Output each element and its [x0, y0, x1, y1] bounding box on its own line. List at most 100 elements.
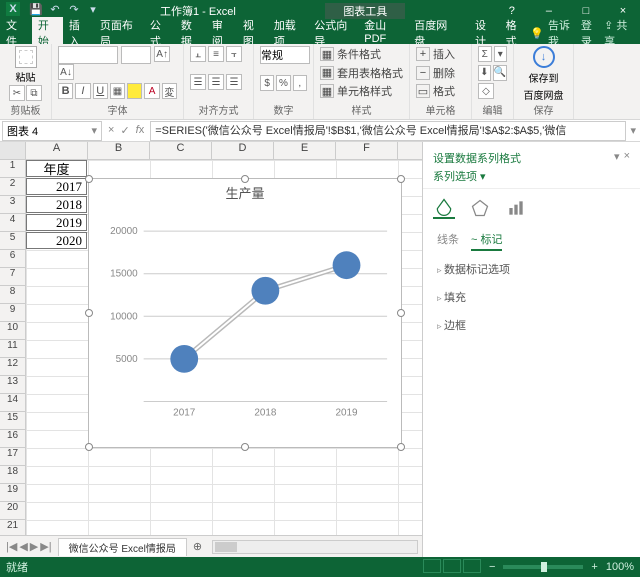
- cell-a1[interactable]: 年度: [26, 160, 87, 177]
- fill-line-tab-icon[interactable]: [433, 197, 455, 219]
- qat-dropdown-icon[interactable]: ▾: [86, 2, 100, 16]
- ribbon-help-icon[interactable]: ?: [495, 5, 529, 17]
- effects-tab-icon[interactable]: [469, 197, 491, 219]
- row-head-18[interactable]: 18: [0, 466, 25, 484]
- format-cells-button[interactable]: ▭格式: [416, 83, 465, 99]
- pane-option-marker[interactable]: 数据标记选项: [423, 255, 640, 283]
- chart-handle-sw[interactable]: [85, 443, 93, 451]
- select-all-corner[interactable]: [0, 142, 26, 159]
- col-head-C[interactable]: C: [150, 142, 212, 159]
- sheet-nav-prev-icon[interactable]: ◀: [19, 540, 27, 553]
- row-head-2[interactable]: 2: [0, 178, 25, 196]
- currency-icon[interactable]: $: [260, 75, 274, 91]
- paste-icon[interactable]: [15, 46, 37, 68]
- fill-icon[interactable]: ⬇: [478, 65, 491, 81]
- row-head-21[interactable]: 21: [0, 520, 25, 535]
- series-options-tab-icon[interactable]: [505, 197, 527, 219]
- row-head-10[interactable]: 10: [0, 322, 25, 340]
- row-head-8[interactable]: 8: [0, 286, 25, 304]
- chart-handle-w[interactable]: [85, 309, 93, 317]
- row-head-13[interactable]: 13: [0, 376, 25, 394]
- sheet-tab[interactable]: 微信公众号 Excel情报局: [58, 538, 187, 556]
- row-head-16[interactable]: 16: [0, 430, 25, 448]
- undo-icon[interactable]: ↶: [48, 2, 62, 16]
- save-icon[interactable]: 💾: [29, 2, 43, 16]
- cell-a2[interactable]: 2017: [26, 178, 87, 195]
- row-head-20[interactable]: 20: [0, 502, 25, 520]
- align-left-icon[interactable]: ☰: [190, 74, 206, 90]
- font-color-button[interactable]: A: [144, 83, 159, 99]
- clear-icon[interactable]: ◇: [478, 83, 494, 99]
- row-head-17[interactable]: 17: [0, 448, 25, 466]
- pane-close-icon[interactable]: ×: [624, 150, 630, 166]
- chart-handle-n[interactable]: [241, 175, 249, 183]
- col-head-F[interactable]: F: [336, 142, 398, 159]
- row-head-14[interactable]: 14: [0, 394, 25, 412]
- row-head-3[interactable]: 3: [0, 196, 25, 214]
- copy-icon[interactable]: ⧉: [26, 85, 42, 101]
- table-format-button[interactable]: ▦套用表格格式: [320, 65, 403, 81]
- row-head-19[interactable]: 19: [0, 484, 25, 502]
- align-center-icon[interactable]: ☰: [208, 74, 224, 90]
- chart-object[interactable]: 生产量 5000100001500020000201720182019: [88, 178, 402, 448]
- zoom-in-icon[interactable]: +: [591, 561, 597, 573]
- col-head-A[interactable]: A: [26, 142, 88, 159]
- align-right-icon[interactable]: ☰: [226, 74, 242, 90]
- sheet-nav-last-icon[interactable]: ▶|: [40, 540, 51, 553]
- insert-cells-button[interactable]: +插入: [416, 46, 465, 62]
- formula-bar[interactable]: =SERIES('微信公众号 Excel情报局'!$B$1,'微信公众号 Exc…: [150, 121, 626, 141]
- shrink-font-icon[interactable]: A↓: [58, 64, 74, 80]
- border-button[interactable]: ▦: [110, 83, 125, 99]
- row-head-6[interactable]: 6: [0, 250, 25, 268]
- paste-button[interactable]: 粘贴: [16, 69, 36, 84]
- sheet-nav-next-icon[interactable]: ▶: [30, 540, 38, 553]
- chart-handle-ne[interactable]: [397, 175, 405, 183]
- chart-plot[interactable]: 5000100001500020000201720182019: [89, 202, 401, 432]
- col-head-E[interactable]: E: [274, 142, 336, 159]
- pane-dropdown-icon[interactable]: ▾: [614, 150, 620, 166]
- row-head-15[interactable]: 15: [0, 412, 25, 430]
- delete-cells-button[interactable]: −删除: [416, 65, 465, 81]
- namebox-dropdown-icon[interactable]: ▾: [91, 124, 97, 137]
- sort-icon[interactable]: ▾: [494, 46, 508, 62]
- chart-handle-se[interactable]: [397, 443, 405, 451]
- cell-grid[interactable]: 年度 2017 2018 2019 2020 生产量 5000100001: [26, 160, 422, 535]
- new-sheet-button[interactable]: ⊕: [187, 540, 208, 553]
- sub-tab-line[interactable]: 线条: [437, 231, 459, 251]
- minimize-button[interactable]: –: [532, 5, 566, 17]
- italic-button[interactable]: I: [75, 83, 90, 99]
- fill-color-button[interactable]: [127, 83, 142, 99]
- row-head-7[interactable]: 7: [0, 268, 25, 286]
- view-buttons[interactable]: [421, 559, 481, 576]
- align-mid-icon[interactable]: ≡: [208, 46, 224, 62]
- phonetic-button[interactable]: 変: [162, 83, 177, 99]
- align-top-icon[interactable]: ⫠: [190, 46, 206, 62]
- font-size-select[interactable]: [121, 46, 151, 64]
- cell-a4[interactable]: 2019: [26, 214, 87, 231]
- maximize-button[interactable]: □: [569, 5, 603, 17]
- grow-font-icon[interactable]: A↑: [154, 46, 170, 62]
- pane-subtitle[interactable]: 系列选项 ▾: [423, 168, 640, 189]
- chart-handle-nw[interactable]: [85, 175, 93, 183]
- bold-button[interactable]: B: [58, 83, 73, 99]
- chart-handle-s[interactable]: [241, 443, 249, 451]
- zoom-out-icon[interactable]: −: [489, 561, 495, 573]
- row-head-9[interactable]: 9: [0, 304, 25, 322]
- cancel-formula-icon[interactable]: ×: [108, 124, 114, 137]
- pane-option-fill[interactable]: 填充: [423, 283, 640, 311]
- col-head-D[interactable]: D: [212, 142, 274, 159]
- row-head-5[interactable]: 5: [0, 232, 25, 250]
- zoom-slider[interactable]: [503, 565, 583, 569]
- name-box[interactable]: 图表 4▾: [2, 121, 102, 141]
- comma-icon[interactable]: ,: [293, 75, 307, 91]
- percent-icon[interactable]: %: [276, 75, 290, 91]
- row-head-11[interactable]: 11: [0, 340, 25, 358]
- enter-formula-icon[interactable]: ✓: [120, 124, 129, 137]
- font-family-select[interactable]: [58, 46, 118, 64]
- conditional-format-button[interactable]: ▦条件格式: [320, 46, 403, 62]
- col-head-B[interactable]: B: [88, 142, 150, 159]
- find-icon[interactable]: 🔍: [493, 65, 507, 81]
- fx-icon[interactable]: fx: [136, 124, 145, 137]
- zoom-level[interactable]: 100%: [606, 561, 634, 573]
- cell-styles-button[interactable]: ▦单元格样式: [320, 83, 403, 99]
